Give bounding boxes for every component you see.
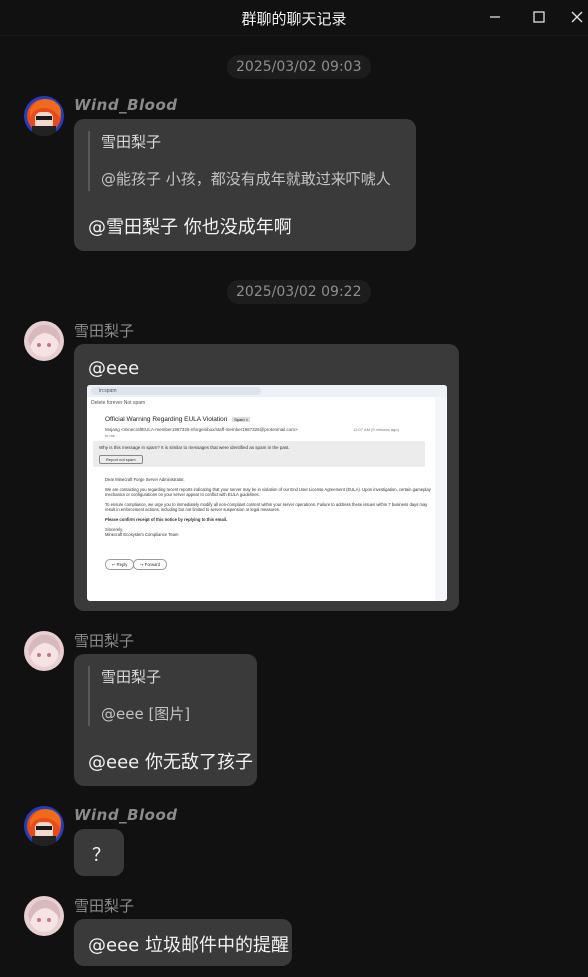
- quote-text: @能孩子 小孩，都没有成年就敢过来吓唬人: [101, 170, 391, 188]
- email-subject-text: Official Warning Regarding EULA Violatio…: [105, 416, 228, 423]
- title-bar: 群聊的聊天记录: [0, 0, 588, 36]
- avatar-wind-blood-image: [24, 806, 64, 846]
- gmail-search-field: in:spam: [91, 387, 261, 395]
- message-text: @eee: [88, 358, 140, 379]
- spam-tag: Spam ×: [232, 417, 251, 422]
- message-text: @eee 垃圾邮件中的提醒: [88, 935, 289, 956]
- close-icon: [571, 11, 583, 23]
- sender-name: 雪田梨子: [74, 632, 135, 650]
- message-text: ？: [92, 845, 110, 866]
- email-subject: Official Warning Regarding EULA Violatio…: [105, 416, 251, 423]
- sender-name: Wind_Blood: [74, 806, 178, 824]
- avatar-xuetian-image: [24, 631, 64, 671]
- email-signature: Minecraft Ecosystem Compliance Team: [105, 532, 179, 538]
- maximize-icon: [533, 11, 545, 23]
- reply-button: ↩ Reply: [105, 559, 135, 570]
- quoted-message[interactable]: 雪田梨子 @能孩子 小孩，都没有成年就敢过来吓唬人: [88, 131, 391, 191]
- avatar-xuetian[interactable]: [24, 631, 64, 671]
- sender-name: Wind_Blood: [74, 96, 178, 114]
- email-paragraph: To ensure compliance, we urge you to imm…: [105, 501, 428, 513]
- sender-name: 雪田梨子: [74, 322, 135, 340]
- gmail-toolbar: Delete forever Not spam: [91, 400, 146, 406]
- avatar-wind-blood[interactable]: [24, 96, 64, 136]
- quote-sender: 雪田梨子: [101, 133, 162, 151]
- avatar-wind-blood-image: [24, 96, 64, 136]
- email-sender: Mojang <minecraftEULA-member1987326-nfor…: [105, 427, 298, 432]
- email-greeting: Dear Minecraft Forge Server Administrato…: [105, 477, 185, 482]
- email-body: Dear Minecraft Forge Server Administrato…: [105, 477, 431, 542]
- email-screenshot-image[interactable]: in:spam Delete forever Not spam Official…: [87, 385, 447, 601]
- email-paragraph: Please confirm receipt of this notice by…: [105, 516, 228, 522]
- close-button[interactable]: [566, 6, 588, 28]
- email-time: 12:07 AM (9 minutes ago): [353, 427, 399, 432]
- avatar-xuetian[interactable]: [24, 321, 64, 361]
- gmail-topbar: in:spam: [87, 385, 447, 397]
- message-bubble[interactable]: ？: [74, 829, 124, 876]
- quote-sender: 雪田梨子: [101, 668, 162, 686]
- spam-notice-box: Why is this message in spam? It is simil…: [93, 441, 425, 467]
- avatar-xuetian-image: [24, 321, 64, 361]
- message-text: @eee 你无敌了孩子: [88, 752, 253, 773]
- quote-text: @eee [图片]: [101, 705, 191, 723]
- message-text: @雪田梨子 你也没成年啊: [88, 217, 292, 238]
- message-bubble[interactable]: @eee 垃圾邮件中的提醒: [74, 919, 292, 966]
- minimize-button[interactable]: [484, 6, 506, 28]
- quoted-message[interactable]: 雪田梨子 @eee [图片]: [88, 666, 190, 726]
- avatar-xuetian-image: [24, 896, 64, 936]
- email-paragraph: We are contacting you regarding recent r…: [105, 486, 431, 498]
- timestamp: 2025/03/02 09:03: [227, 55, 371, 79]
- message-bubble[interactable]: 雪田梨子 @能孩子 小孩，都没有成年就敢过来吓唬人 @雪田梨子 你也没成年啊: [74, 119, 416, 251]
- forward-button: ↪ Forward: [133, 559, 168, 570]
- message-bubble[interactable]: 雪田梨子 @eee [图片] @eee 你无敌了孩子: [74, 654, 257, 786]
- report-not-spam-button: Report not spam: [99, 455, 143, 464]
- email-to: to me: [105, 433, 116, 438]
- timestamp: 2025/03/02 09:22: [227, 280, 371, 304]
- minimize-icon: [490, 16, 500, 18]
- maximize-button[interactable]: [528, 6, 550, 28]
- gmail-side-rail: [435, 397, 447, 601]
- avatar-xuetian[interactable]: [24, 896, 64, 936]
- sender-name: 雪田梨子: [74, 897, 135, 915]
- spam-notice-text: Why is this message in spam? It is simil…: [99, 445, 290, 450]
- avatar-wind-blood[interactable]: [24, 806, 64, 846]
